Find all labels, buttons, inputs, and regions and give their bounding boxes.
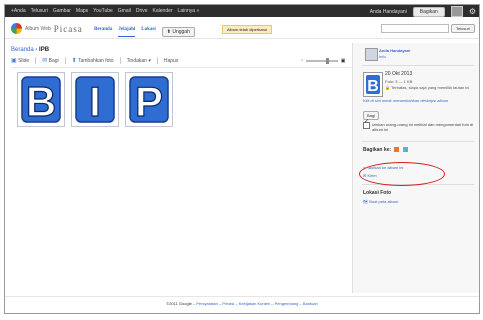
tab-places[interactable]: Lokasi: [141, 27, 155, 37]
copyright: ©2011 Google: [166, 301, 192, 306]
svg-text:B: B: [367, 78, 379, 95]
search-button[interactable]: Telusuri: [451, 24, 475, 33]
album-cover[interactable]: B: [363, 72, 383, 97]
tab-home[interactable]: Beranda: [94, 27, 112, 37]
upload-button[interactable]: ⬆ Unggah: [161, 27, 195, 37]
footer-link[interactable]: Bantuan: [303, 301, 318, 306]
visibility-text: 🔒 Terbatas, siapa saja yang memiliki tau…: [385, 85, 469, 91]
photo-thumbnail[interactable]: B: [17, 72, 65, 127]
breadcrumb-parent[interactable]: Beranda: [11, 47, 34, 53]
map-link[interactable]: 🗺 Buat peta album: [363, 199, 398, 204]
actions-menu[interactable]: Tindakan ▾: [127, 58, 151, 64]
toolbar-divider: [119, 57, 121, 64]
gbar-right: Anda Handayani Bagikan ⚙: [370, 6, 476, 17]
svg-text:I: I: [89, 78, 101, 125]
content-divider: [11, 67, 351, 68]
gbar-link[interactable]: Maps: [76, 8, 88, 14]
google-bar: +Anda Telusuri Gambar Maps YouTube Gmail…: [5, 5, 479, 17]
share-label: Bagi: [48, 58, 59, 64]
notice-banner: Album telah diperbarui: [222, 25, 273, 34]
photo-thumbnail[interactable]: I: [71, 72, 119, 127]
photo-letter-p: P: [129, 76, 169, 126]
gbar-link[interactable]: YouTube: [93, 8, 113, 14]
slideshow-icon: ▣: [11, 58, 17, 64]
visibility-label: Terbatas, siapa saja yang memiliki tauta…: [391, 85, 470, 90]
owner-name[interactable]: Anita Handayani: [379, 48, 410, 53]
svg-text:B: B: [26, 78, 56, 125]
delete-button[interactable]: Hapus: [164, 58, 178, 64]
svg-text:P: P: [135, 78, 163, 125]
browser-frame: +Anda Telusuri Gambar Maps YouTube Gmail…: [4, 4, 480, 314]
gbar-link[interactable]: Gambar: [53, 8, 71, 14]
thumbnail-size-slider[interactable]: ▫ ▣: [301, 58, 346, 64]
permission-label: Izinkan orang-orang ini melihat dan meng…: [372, 122, 474, 132]
twitter-icon[interactable]: [402, 147, 408, 153]
avatar[interactable]: [450, 6, 463, 17]
map-icon: 🗺: [363, 199, 369, 204]
highlight-oval: [359, 162, 445, 186]
share-to-label: Bagikan ke:: [363, 147, 392, 153]
slider-track[interactable]: [305, 58, 338, 64]
footer-link[interactable]: Kebijakan Konten: [239, 301, 270, 306]
picasa-logo-icon: [11, 23, 22, 34]
album-toolbar: ▣ Slide ✉ Bagi ⬆ Tambahkan foto Tindakan…: [11, 57, 178, 64]
share-icon: ✉: [42, 58, 48, 64]
user-name[interactable]: Anda Handayani: [370, 9, 407, 15]
picasa-logo[interactable]: Album Web Picasa: [11, 23, 83, 34]
large-thumb-icon: ▣: [340, 58, 346, 64]
owner-avatar[interactable]: [365, 48, 378, 61]
gbar-links: +Anda Telusuri Gambar Maps YouTube Gmail…: [11, 8, 199, 14]
logo-small-text: Album Web: [25, 25, 51, 32]
slider-handle[interactable]: [325, 58, 329, 64]
comment-permission-row: Izinkan orang-orang ini melihat dan meng…: [363, 120, 475, 132]
toolbar-divider: [35, 57, 37, 64]
panel-divider: [362, 141, 474, 142]
breadcrumb: Beranda › IPB: [11, 47, 50, 53]
permission-checkbox[interactable]: [363, 120, 370, 129]
page-title: IPB: [39, 47, 50, 53]
gbar-link-more[interactable]: Lainnya »: [178, 8, 200, 14]
share-to-heading: Bagikan ke:: [363, 147, 408, 153]
gbar-link[interactable]: Drive: [136, 8, 148, 14]
gbar-link[interactable]: Telusuri: [31, 8, 48, 14]
album-details: Foto: 3 — 1 KB 🔒 Terbatas, siapa saja ya…: [385, 79, 469, 91]
album-description-hint[interactable]: Klik di sini untuk menambahkan deskripsi…: [363, 98, 448, 103]
search-input[interactable]: [381, 24, 449, 33]
logo-big-text: Picasa: [53, 23, 83, 34]
add-photos-button[interactable]: ⬆ Tambahkan foto: [72, 57, 114, 64]
panel-divider: [362, 65, 474, 66]
gear-icon[interactable]: ⚙: [469, 7, 476, 16]
toolbar-divider: [156, 57, 158, 64]
blogger-icon[interactable]: [394, 147, 400, 153]
gbar-link[interactable]: +Anda: [11, 8, 26, 14]
owner-info-link[interactable]: Info: [379, 54, 386, 59]
nav-tabs: Beranda Jelajahi Lokasi ⬆ Unggah: [94, 27, 195, 37]
album-cover-image: B: [366, 75, 380, 95]
album-date: 20 Okt 2013: [385, 71, 413, 77]
footer-link[interactable]: Privasi: [222, 301, 234, 306]
lock-icon: 🔒: [385, 85, 390, 90]
tab-explore[interactable]: Jelajahi: [118, 27, 136, 37]
footer-link[interactable]: Persyaratan: [196, 301, 218, 306]
page-footer: ©2011 Google – Persyaratan – Privasi – K…: [5, 296, 479, 313]
add-photos-label: Tambahkan foto: [77, 58, 114, 64]
slideshow-button[interactable]: ▣ Slide: [11, 57, 29, 64]
small-thumb-icon: ▫: [301, 58, 303, 64]
slideshow-label: Slide: [18, 58, 30, 64]
photo-letter-b: B: [21, 76, 61, 126]
place-heading: Lokasi Foto: [363, 190, 392, 196]
gbar-link[interactable]: Kalender: [153, 8, 173, 14]
add-photo-icon: ⬆: [71, 58, 77, 64]
map-link-label: Buat peta album: [369, 199, 399, 204]
toolbar-divider: [64, 57, 66, 64]
footer-link[interactable]: Pengembang: [275, 301, 299, 306]
gbar-link[interactable]: Gmail: [118, 8, 131, 14]
share-button[interactable]: ✉ Bagi: [42, 57, 58, 64]
upload-icon: ⬆: [166, 29, 171, 35]
photo-thumbnail[interactable]: P: [125, 72, 173, 127]
upload-label: Unggah: [172, 29, 190, 35]
share-button-top[interactable]: Bagikan: [412, 6, 445, 17]
photo-letter-i: I: [75, 76, 115, 126]
